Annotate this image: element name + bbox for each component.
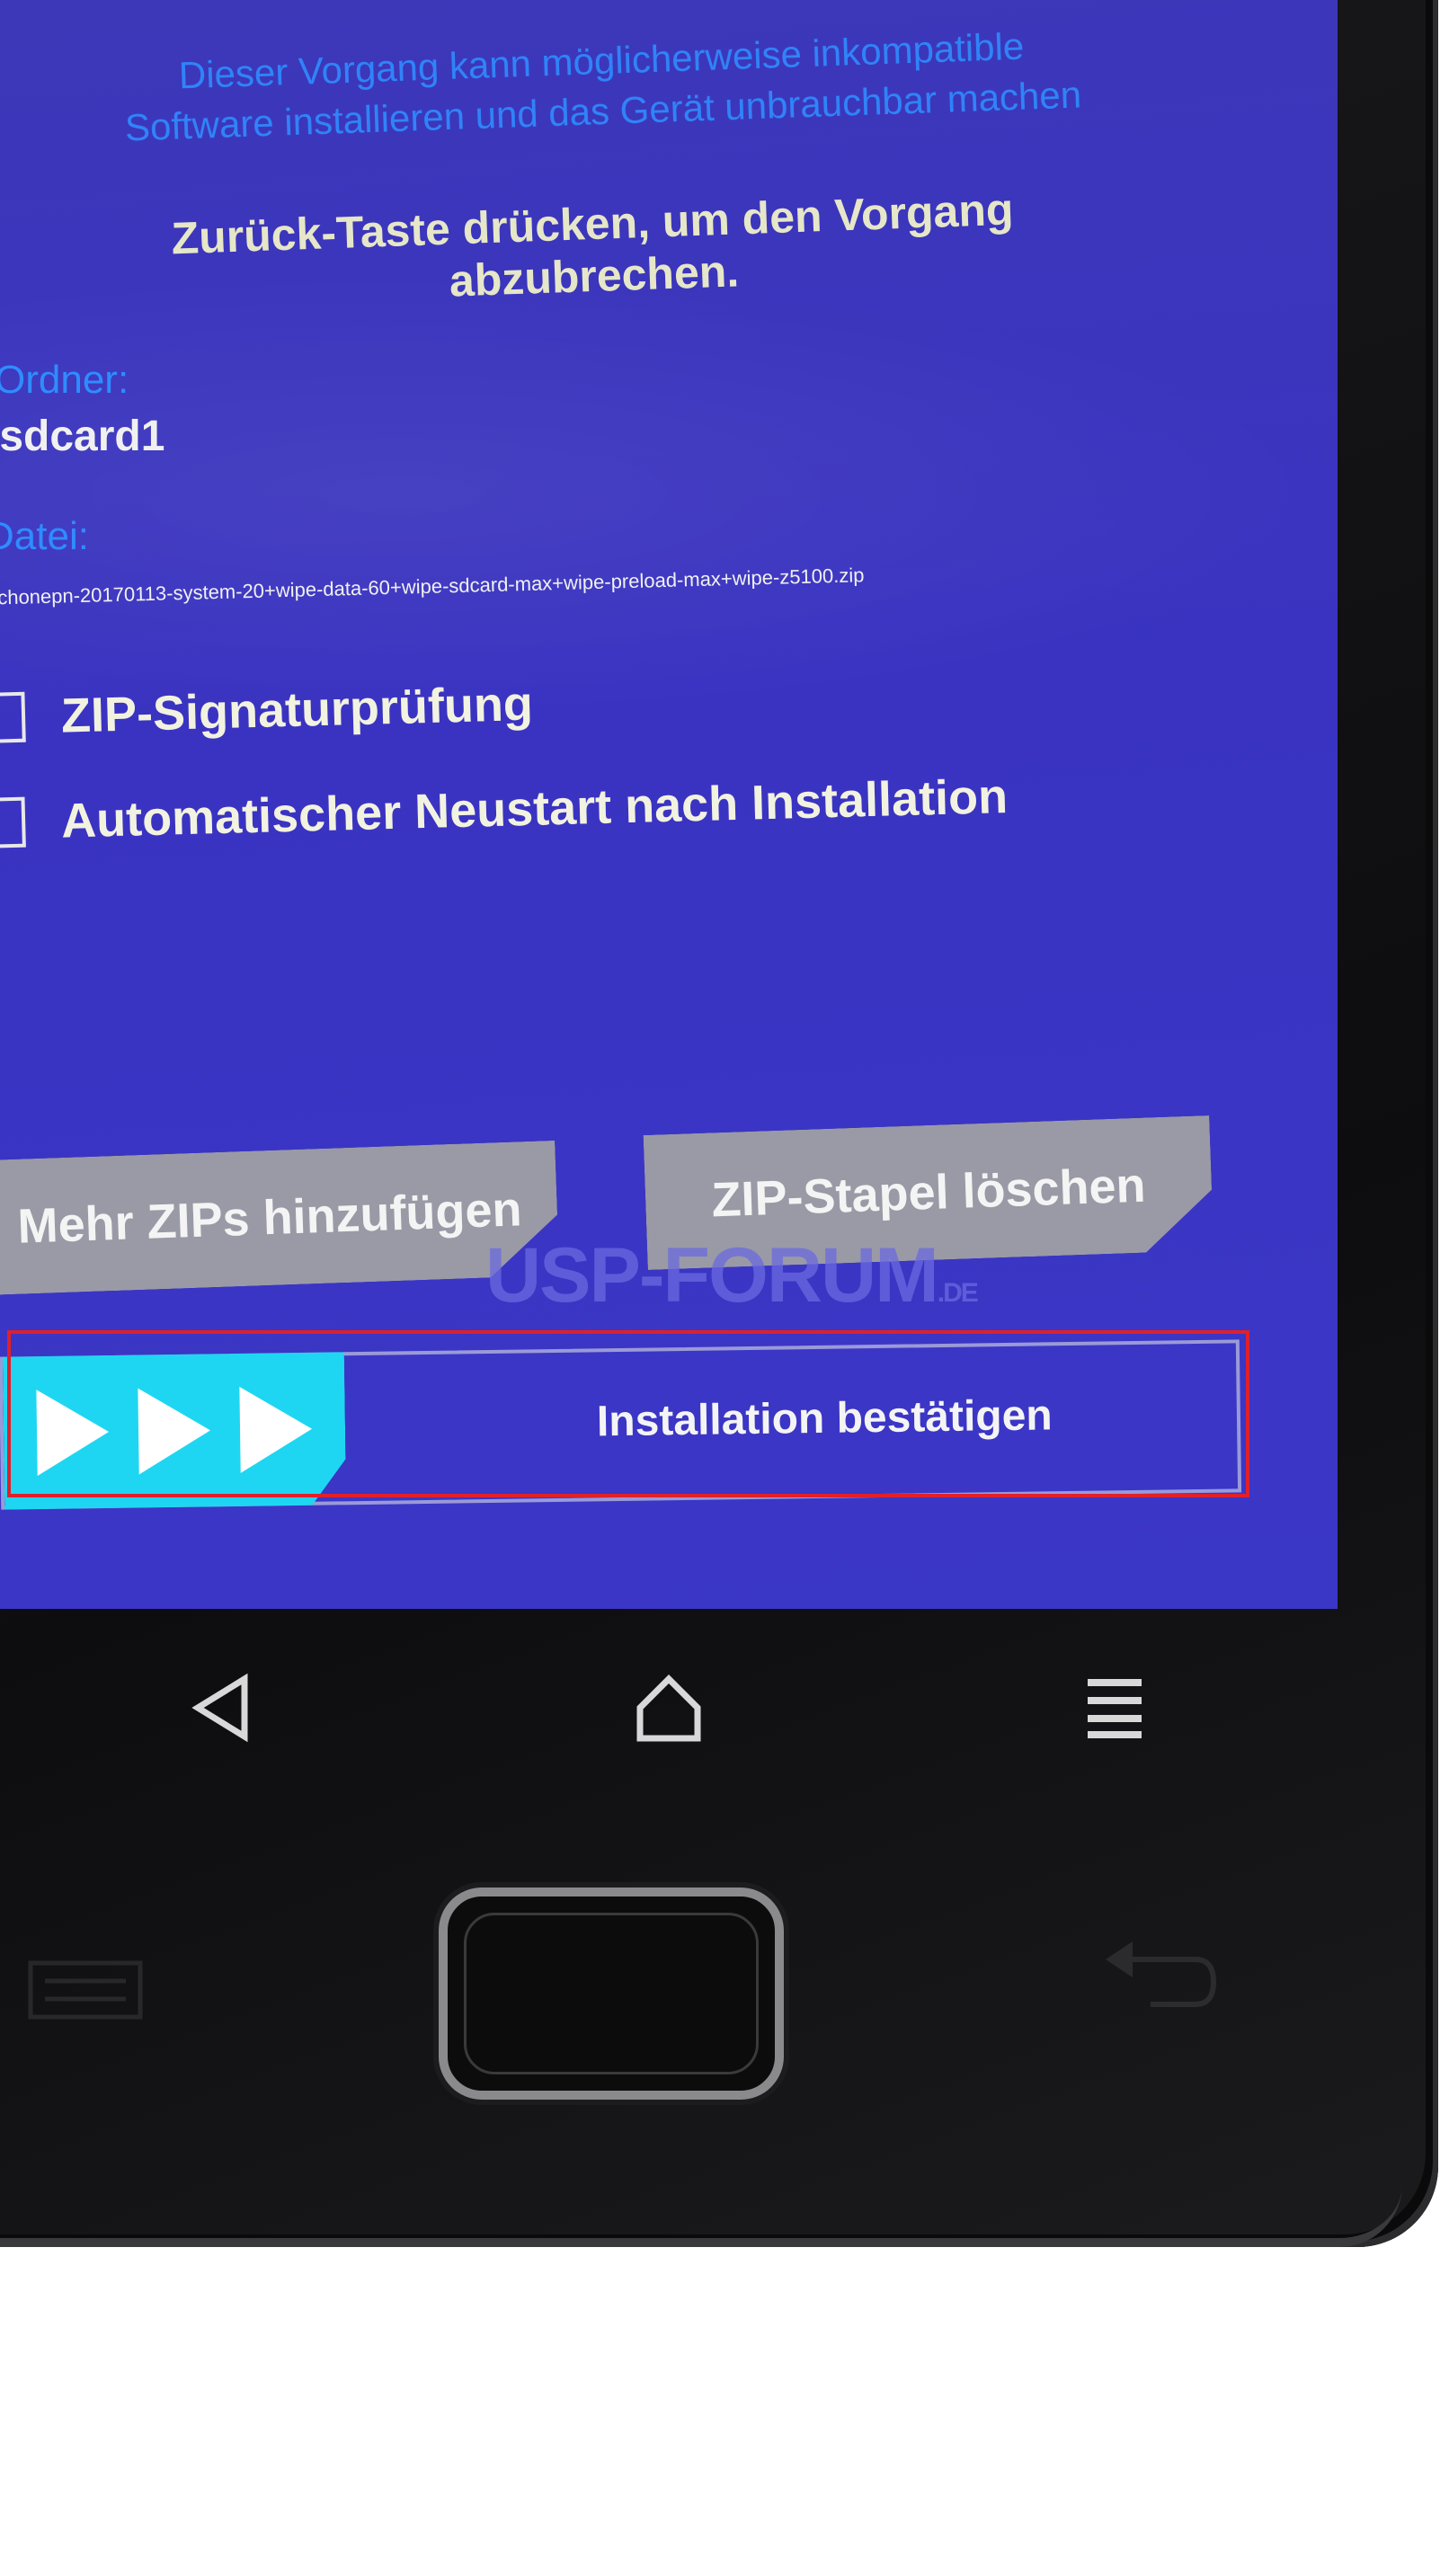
highlight-box — [7, 1330, 1249, 1497]
folder-label: Ordner: — [0, 358, 129, 402]
warning-text: Dieser Vorgang kann möglicherweise inkom… — [16, 15, 1187, 156]
folder-value: /sdcard1 — [0, 413, 165, 460]
option-auto-reboot-label: Automatischer Neustart nach Installation — [60, 769, 1009, 848]
checkbox-zip-signature[interactable] — [0, 691, 26, 744]
watermark: USP-FORUM.DE — [485, 1231, 979, 1320]
hardware-menu-icon — [28, 1960, 143, 2020]
add-zips-button[interactable]: Mehr ZIPs hinzufügen — [0, 1141, 559, 1295]
phone-edge — [0, 2184, 1402, 2247]
menu-button[interactable] — [1061, 1654, 1169, 1762]
watermark-suffix: .DE — [937, 1278, 979, 1308]
option-auto-reboot[interactable]: Automatischer Neustart nach Installation — [0, 768, 1009, 851]
phone-body: Dieser Vorgang kann möglicherweise inkom… — [0, 0, 1438, 2247]
home-key-inner — [464, 1913, 759, 2074]
screen-glare — [0, 270, 1338, 719]
checkbox-auto-reboot[interactable] — [0, 796, 26, 848]
menu-icon — [1088, 1679, 1142, 1738]
home-icon — [636, 1674, 701, 1742]
watermark-text: USP-FORUM — [485, 1232, 939, 1319]
hardware-back-icon — [1106, 1941, 1217, 2007]
recovery-screen: Dieser Vorgang kann möglicherweise inkom… — [0, 0, 1338, 1609]
back-button[interactable] — [169, 1654, 277, 1762]
file-label: Datei: — [0, 514, 89, 558]
hardware-home-key[interactable] — [439, 1888, 784, 2100]
navigation-bar — [0, 1609, 1338, 1807]
back-icon — [191, 1673, 248, 1743]
home-button[interactable] — [615, 1654, 723, 1762]
option-zip-signature-label: ZIP-Signaturprüfung — [60, 676, 534, 743]
